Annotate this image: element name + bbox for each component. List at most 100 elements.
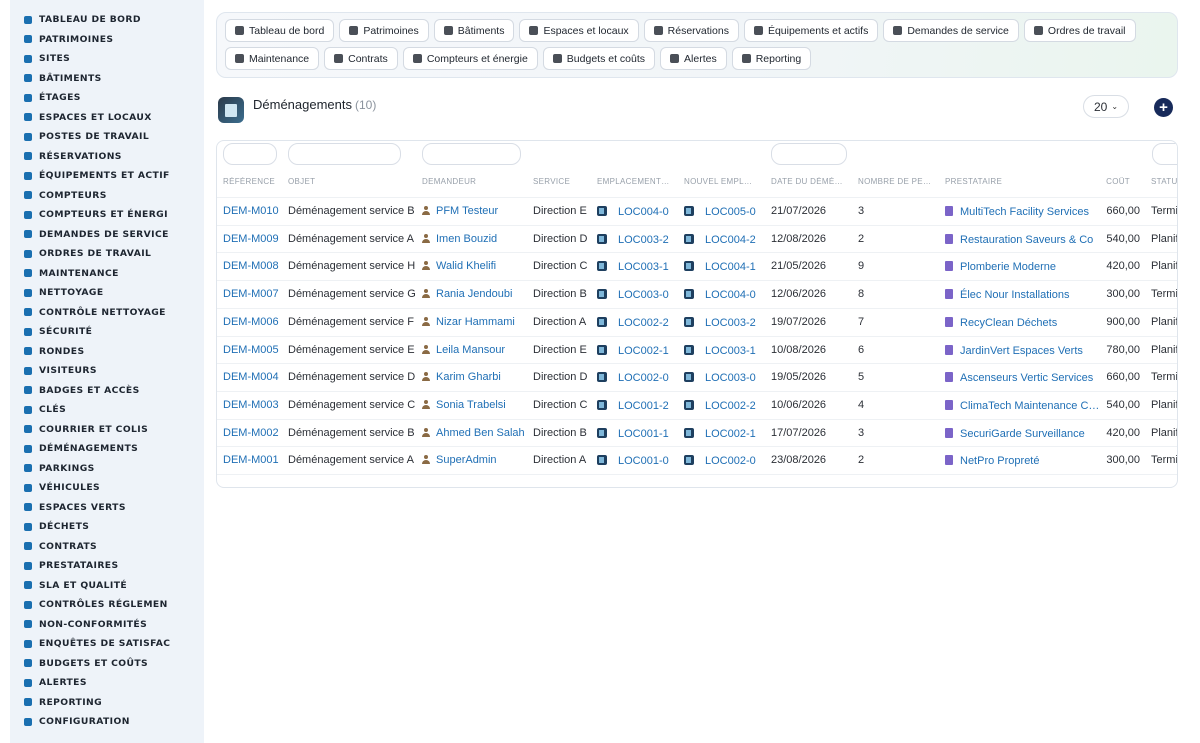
filter-objet-input[interactable] [288,143,401,165]
sidebar-item-non-conformites[interactable]: Non-conformités [10,615,204,635]
sidebar-item-maintenance[interactable]: Maintenance [10,264,204,284]
demandeur-link[interactable]: Leila Mansour [422,344,532,356]
sidebar-item-compteurs[interactable]: Compteurs [10,186,204,206]
sidebar-item-vehicules[interactable]: Véhicules [10,478,204,498]
emplacement-link[interactable]: LOC003-2 [597,233,682,246]
sidebar-item-patrimoines[interactable]: Patrimoines [10,30,204,50]
column-header-service[interactable]: Service [533,177,593,186]
column-header-demandeur[interactable]: Demandeur [422,177,527,186]
sidebar-item-espaces-et-locaux[interactable]: Espaces et locaux [10,108,204,128]
emplacement-link[interactable]: LOC003-1 [597,260,682,273]
prestataire-link[interactable]: NetPro Propreté [945,454,1103,467]
sidebar-item-ordres-de-travail[interactable]: Ordres de travail [10,244,204,264]
sidebar-item-equipements-et-actif[interactable]: Équipements et actif [10,166,204,186]
filter-reference-input[interactable] [223,143,277,165]
emplacement-link[interactable]: LOC004-0 [597,205,682,218]
nouvel-emplacement-link[interactable]: LOC002-2 [684,399,769,412]
nouvel-emplacement-link[interactable]: LOC004-2 [684,233,769,246]
reference-link[interactable]: DEM-M009 [223,233,285,245]
reference-link[interactable]: DEM-M004 [223,371,285,383]
emplacement-link[interactable]: LOC003-0 [597,288,682,301]
sidebar-item-nettoyage[interactable]: Nettoyage [10,283,204,303]
demandeur-link[interactable]: PFM Testeur [422,205,532,217]
nav-button-reservations[interactable]: Réservations [643,19,739,42]
prestataire-link[interactable]: Restauration Saveurs & Co [945,233,1103,246]
nav-button-alertes[interactable]: Alertes [660,47,727,70]
table-row[interactable]: DEM-M003 Déménagement service C Sonia Trab… [217,390,1177,419]
sidebar-item-alertes[interactable]: Alertes [10,673,204,693]
column-header-objet[interactable]: Objet [288,177,408,186]
emplacement-link[interactable]: LOC002-0 [597,371,682,384]
reference-link[interactable]: DEM-M002 [223,427,285,439]
nav-button-patrimoines[interactable]: Patrimoines [339,19,429,42]
nav-button-budgets-et-couts[interactable]: Budgets et coûts [542,47,656,70]
table-row[interactable]: DEM-M007 Déménagement service G Rania Jend… [217,280,1177,308]
sidebar-item-sla-et-qualite[interactable]: SLA et qualité [10,576,204,596]
sidebar-item-compteurs-et-energi[interactable]: Compteurs et énergi [10,205,204,225]
sidebar-item-postes-de-travail[interactable]: Postes de travail [10,127,204,147]
nav-button-ordres-de-travail[interactable]: Ordres de travail [1023,19,1136,42]
emplacement-link[interactable]: LOC001-1 [597,427,682,440]
prestataire-link[interactable]: MultiTech Facility Services [945,205,1103,218]
demandeur-link[interactable]: Imen Bouzid [422,233,532,245]
nav-button-maintenance[interactable]: Maintenance [225,47,320,70]
nav-button-contrats[interactable]: Contrats [324,47,398,70]
emplacement-link[interactable]: LOC001-0 [597,454,682,467]
reference-link[interactable]: DEM-M010 [223,205,285,217]
prestataire-link[interactable]: ClimaTech Maintenance C… [945,399,1103,412]
column-header-statut[interactable]: Statu [1151,177,1177,186]
table-row[interactable]: DEM-M006 Déménagement service F Nizar Hamm… [217,307,1177,336]
sidebar-item-tableau-de-bord[interactable]: Tableau de bord [10,10,204,30]
nouvel-emplacement-link[interactable]: LOC003-2 [684,316,769,329]
column-header-nombre[interactable]: Nombre de pe… [858,177,938,186]
filter-date-input[interactable] [771,143,847,165]
sidebar-item-enquetes-de-satisfac[interactable]: Enquêtes de satisfac [10,634,204,654]
sidebar-item-prestataires[interactable]: Prestataires [10,556,204,576]
sidebar-item-budgets-et-couts[interactable]: Budgets et coûts [10,654,204,674]
emplacement-link[interactable]: LOC001-2 [597,399,682,412]
nav-button-reporting[interactable]: Reporting [731,47,812,70]
sidebar-item-visiteurs[interactable]: Visiteurs [10,361,204,381]
demandeur-link[interactable]: Ahmed Ben Salah [422,427,532,439]
sidebar-item-controles-reglemen[interactable]: Contrôles réglemen [10,595,204,615]
prestataire-link[interactable]: SecuriGarde Surveillance [945,427,1103,440]
table-row[interactable]: DEM-M002 Déménagement service B Ahmed Ben … [217,418,1177,447]
column-header-cout[interactable]: Coût [1085,177,1130,186]
demandeur-link[interactable]: Karim Gharbi [422,371,532,383]
nav-button-tableau-de-bord[interactable]: Tableau de bord [225,19,335,42]
sidebar-item-demandes-de-service[interactable]: Demandes de service [10,225,204,245]
sidebar-item-securite[interactable]: Sécurité [10,322,204,342]
filter-demandeur-input[interactable] [422,143,521,165]
demandeur-link[interactable]: Rania Jendoubi [422,288,532,300]
per-page-select[interactable]: 20 ⌄ [1083,95,1129,118]
prestataire-link[interactable]: JardinVert Espaces Verts [945,344,1103,357]
column-header-date[interactable]: Date du démé… [771,177,851,186]
sidebar-item-controle-nettoyage[interactable]: Contrôle nettoyage [10,303,204,323]
reference-link[interactable]: DEM-M005 [223,344,285,356]
demandeur-link[interactable]: Nizar Hammami [422,316,532,328]
column-header-reference[interactable]: Référence [223,177,283,186]
reference-link[interactable]: DEM-M008 [223,260,285,272]
sidebar-item-cles[interactable]: Clés [10,400,204,420]
sidebar-item-batiments[interactable]: Bâtiments [10,69,204,89]
sidebar-item-contrats[interactable]: Contrats [10,537,204,557]
table-row[interactable]: DEM-M008 Déménagement service H Walid Khel… [217,252,1177,280]
sidebar-item-rondes[interactable]: Rondes [10,342,204,362]
prestataire-link[interactable]: RecyClean Déchets [945,316,1103,329]
sidebar-item-sites[interactable]: Sites [10,49,204,69]
sidebar-item-reporting[interactable]: Reporting [10,693,204,713]
demandeur-link[interactable]: SuperAdmin [422,454,532,466]
reference-link[interactable]: DEM-M003 [223,399,285,411]
reference-link[interactable]: DEM-M007 [223,288,285,300]
reference-link[interactable]: DEM-M001 [223,454,285,466]
prestataire-link[interactable]: Élec Nour Installations [945,288,1103,301]
prestataire-link[interactable]: Ascenseurs Vertic Services [945,371,1103,384]
nav-button-espaces-et-locaux[interactable]: Espaces et locaux [519,19,639,42]
table-row[interactable]: DEM-M004 Déménagement service D Karim Ghar… [217,363,1177,391]
sidebar-item-espaces-verts[interactable]: Espaces verts [10,498,204,518]
nouvel-emplacement-link[interactable]: LOC002-0 [684,454,769,467]
column-header-emplacement[interactable]: Emplacement… [597,177,677,186]
nouvel-emplacement-link[interactable]: LOC002-1 [684,427,769,440]
nouvel-emplacement-link[interactable]: LOC005-0 [684,205,769,218]
table-row[interactable]: DEM-M010 Déménagement service B PFM Testeu… [217,197,1177,225]
